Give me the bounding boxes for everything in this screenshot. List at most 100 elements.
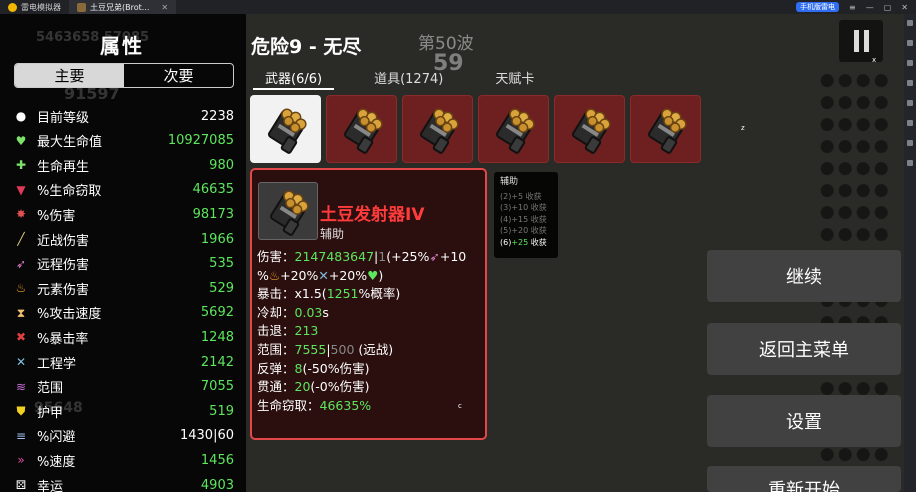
- potato-launcher-icon: [343, 108, 383, 154]
- weapon-slot[interactable]: [402, 95, 473, 163]
- set-bonus-count: (6): [500, 237, 512, 247]
- stat-row[interactable]: ▼ %生命窃取 46635: [14, 178, 234, 202]
- stat-row[interactable]: ♥ 最大生命值 10927085: [14, 129, 234, 153]
- stat-row[interactable]: ⧗ %攻击速度 5692: [14, 301, 234, 325]
- stat-row[interactable]: ╱ 近战伤害 1966: [14, 227, 234, 251]
- armor-icon: ⛊: [16, 404, 26, 419]
- stat-row[interactable]: ≡ %闪避 1430|60: [14, 424, 234, 448]
- weapon-slot[interactable]: [630, 95, 701, 163]
- weapon-slot[interactable]: [326, 95, 397, 163]
- stat-label: 冷却：: [257, 304, 295, 320]
- stat-name: %生命窃取: [37, 184, 102, 200]
- range-base: 500: [330, 341, 355, 357]
- stat-line-knockback: 击退：213: [257, 322, 483, 341]
- weapon-slot[interactable]: [478, 95, 549, 163]
- stat-value: 10927085: [167, 133, 234, 149]
- crit-chance: 1251: [326, 286, 359, 302]
- bounce-detail: (-50%伤害): [302, 360, 370, 376]
- stat-row[interactable]: ✕ 工程学 2142: [14, 350, 234, 374]
- tab-talent-cards[interactable]: 天赋卡: [483, 66, 546, 90]
- game-tab[interactable]: 土豆兄弟(Brot... ✕: [69, 0, 177, 14]
- stat-name: 元素伤害: [37, 282, 90, 298]
- stat-row[interactable]: ⚄ 幸运 4903: [14, 473, 234, 492]
- pierce-detail: (-0%伤害): [310, 379, 370, 395]
- tab-items[interactable]: 道具(1274): [362, 66, 455, 90]
- stat-row[interactable]: » %速度 1456: [14, 448, 234, 472]
- damage-scaling: %: [257, 267, 269, 283]
- crit-close: %概率): [358, 286, 401, 302]
- stat-label: 击退：: [257, 323, 295, 339]
- stat-value: 46635: [192, 182, 234, 198]
- range-icon: ≋: [15, 379, 27, 394]
- knockback-value: 213: [294, 323, 319, 339]
- menu-icon[interactable]: ≡: [849, 3, 856, 12]
- tab-primary-stats[interactable]: 主要: [15, 64, 124, 87]
- sidebar-tool-icon[interactable]: [907, 140, 913, 146]
- potato-launcher-icon: [270, 190, 309, 236]
- emulator-home-tab[interactable]: 雷电模拟器: [0, 0, 69, 14]
- minimize-icon[interactable]: —: [866, 3, 874, 12]
- restart-button[interactable]: 重新开始: [707, 466, 901, 492]
- settings-button[interactable]: 设置: [707, 395, 901, 447]
- stat-name: 幸运: [37, 479, 64, 492]
- damage-scaling: +20%: [280, 267, 319, 283]
- stat-row[interactable]: ♨ 元素伤害 529: [14, 276, 234, 300]
- stat-name: 目前等级: [37, 110, 90, 126]
- stat-line-range: 范围：7555|500 (远战): [257, 341, 483, 360]
- inventory-tabs: 武器(6/6) 道具(1274) 天赋卡: [253, 66, 574, 90]
- stat-value: 519: [209, 403, 234, 419]
- weapon-slot[interactable]: [554, 95, 625, 163]
- set-bonus-line: (5)+20 收获: [500, 226, 547, 235]
- weapon-slot[interactable]: [250, 95, 321, 163]
- stat-name: 最大生命值: [37, 135, 103, 151]
- sidebar-tool-icon[interactable]: [907, 120, 913, 126]
- stat-name: 护甲: [37, 405, 64, 421]
- mobile-version-badge[interactable]: 手机版雷电: [796, 2, 840, 12]
- potato-launcher-icon: [571, 108, 611, 154]
- emulator-home-tab-label: 雷电模拟器: [21, 2, 61, 12]
- potato-launcher-icon: [419, 108, 459, 154]
- tab-weapons[interactable]: 武器(6/6): [253, 66, 335, 90]
- stat-row[interactable]: ● 目前等级 2238: [14, 104, 234, 128]
- stats-panel: 5463658 57085 91597 95648 属性 主要 次要 ● 目前等级…: [0, 14, 246, 492]
- stat-line-crit: 暴击：x1.5(1251%概率): [257, 285, 483, 304]
- sidebar-tool-icon[interactable]: [907, 160, 913, 166]
- window-controls: 手机版雷电 ≡ — ▢ ✕: [796, 0, 908, 14]
- stat-value: 1248: [200, 329, 234, 345]
- close-window-icon[interactable]: ✕: [901, 3, 908, 12]
- set-bonus-tooltip: 辅助 (2)+5 收获 (3)+10 收获 (4)+15 收获 (5)+20 收…: [494, 172, 558, 258]
- cooldown-value: 0.03: [294, 304, 323, 320]
- stat-label: 反弹：: [257, 360, 295, 376]
- stat-row[interactable]: ✖ %暴击率 1248: [14, 325, 234, 349]
- range-type: (远战): [354, 341, 394, 357]
- weapon-name: 土豆发射器IV: [320, 205, 425, 225]
- sidebar-tool-icon[interactable]: [907, 80, 913, 86]
- speed-icon: »: [17, 453, 25, 468]
- sidebar-tool-icon[interactable]: [907, 60, 913, 66]
- maximize-icon[interactable]: ▢: [884, 3, 892, 12]
- stat-name: %攻击速度: [37, 307, 102, 323]
- stat-name: 远程伤害: [37, 258, 90, 274]
- page-title: 危险9 - 无尽: [251, 36, 362, 58]
- set-bonus-line: (2)+5 收获: [500, 191, 542, 201]
- luck-icon: ⚄: [15, 478, 27, 492]
- sidebar-tool-icon[interactable]: [907, 100, 913, 106]
- stat-row[interactable]: ≋ 范围 7055: [14, 375, 234, 399]
- stat-row[interactable]: ✸ %伤害 98173: [14, 202, 234, 226]
- main-menu-button[interactable]: 返回主菜单: [707, 323, 901, 375]
- stat-row[interactable]: ✚ 生命再生 980: [14, 153, 234, 177]
- tab-secondary-stats[interactable]: 次要: [124, 64, 233, 87]
- sidebar-tool-icon[interactable]: [907, 40, 913, 46]
- level-icon: ●: [15, 109, 27, 123]
- stat-row[interactable]: ➶ 远程伤害 535: [14, 252, 234, 276]
- stat-name: 工程学: [37, 356, 77, 372]
- pause-button[interactable]: [839, 20, 883, 62]
- close-tab-icon[interactable]: ✕: [161, 3, 168, 12]
- max-hp-icon: ♥: [367, 267, 379, 283]
- continue-button[interactable]: 继续: [707, 250, 901, 302]
- sidebar-tool-icon[interactable]: [907, 20, 913, 26]
- lifesteal-value: 46635%: [319, 397, 372, 413]
- set-bonus-line-active: (6)+25 收获: [500, 237, 552, 249]
- stat-row[interactable]: ⛊ 护甲 519: [14, 399, 234, 423]
- stat-name: %速度: [37, 454, 76, 470]
